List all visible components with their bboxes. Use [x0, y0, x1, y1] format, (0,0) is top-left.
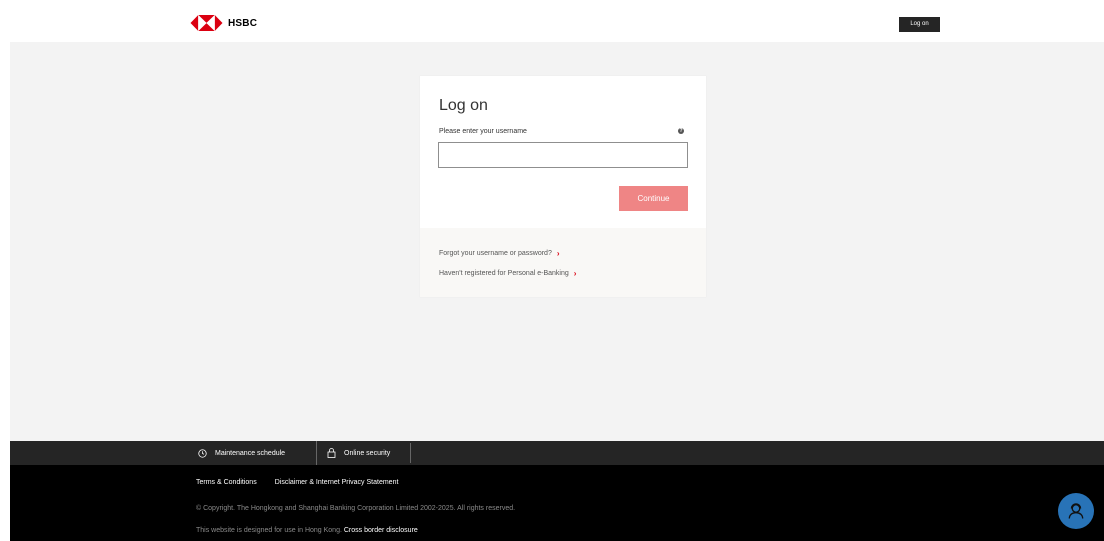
card-links-section: Forgot your username or password? › Have… — [420, 228, 706, 297]
page-title: Log on — [439, 97, 488, 114]
hsbc-hexagon-icon — [190, 15, 223, 31]
site-note: This website is designed for use in Hong… — [196, 527, 418, 534]
copyright-text: © Copyright. The Hongkong and Shanghai B… — [196, 505, 516, 512]
footer-divider — [410, 443, 411, 463]
register-link[interactable]: Haven't registered for Personal e-Bankin… — [439, 269, 576, 278]
site-header: HSBC Log on — [10, 0, 1104, 42]
maintenance-schedule-label: Maintenance schedule — [215, 449, 286, 457]
header-logon-button[interactable]: Log on — [899, 17, 940, 32]
online-security-label: Online security — [344, 449, 391, 457]
online-security-link[interactable]: Online security — [316, 441, 390, 465]
footer-utility-bar: Maintenance schedule Online security — [10, 441, 1104, 465]
terms-link[interactable]: Terms & Conditions — [196, 479, 257, 486]
continue-button[interactable]: Continue — [619, 186, 688, 211]
forgot-credentials-link[interactable]: Forgot your username or password? › — [439, 249, 560, 258]
register-label: Haven't registered for Personal e-Bankin… — [439, 270, 569, 277]
username-input[interactable] — [438, 142, 688, 168]
hsbc-logo[interactable]: HSBC — [190, 15, 257, 31]
chat-agent-icon — [1068, 503, 1084, 519]
maintenance-schedule-link[interactable]: Maintenance schedule — [198, 441, 285, 465]
footer-links: Terms & Conditions Disclaimer & Internet… — [196, 479, 398, 486]
privacy-link[interactable]: Disclaimer & Internet Privacy Statement — [275, 479, 399, 486]
cross-border-link[interactable]: Cross border disclosure — [344, 527, 418, 534]
chevron-right-icon: › — [556, 249, 560, 258]
chat-button[interactable] — [1058, 493, 1094, 529]
chevron-right-icon: › — [573, 269, 577, 278]
clock-icon — [198, 448, 207, 458]
logon-card: Log on Please enter your username ? Cont… — [420, 76, 706, 297]
username-label: Please enter your username — [439, 128, 527, 135]
brand-name: HSBC — [228, 17, 258, 29]
site-note-text: This website is designed for use in Hong… — [196, 527, 342, 534]
lock-icon — [327, 448, 336, 458]
help-icon[interactable]: ? — [678, 128, 684, 134]
forgot-credentials-label: Forgot your username or password? — [439, 250, 552, 257]
footer: Terms & Conditions Disclaimer & Internet… — [10, 465, 1104, 541]
